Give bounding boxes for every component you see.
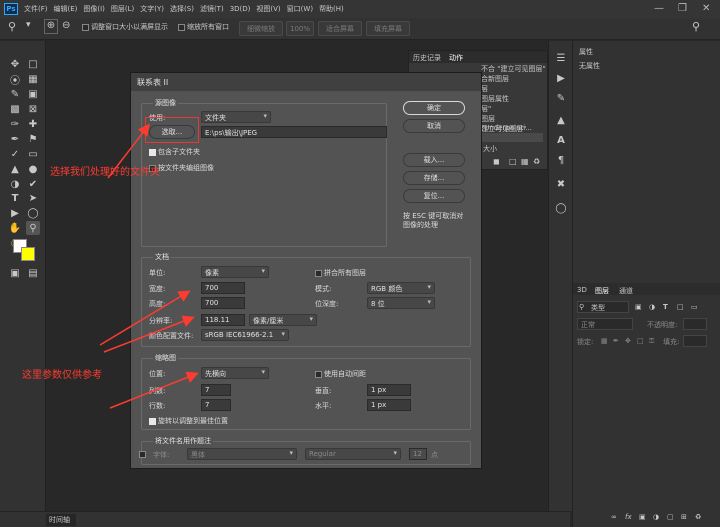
arrow-to-columns — [109, 371, 199, 409]
annotation-params: 这里参数仅供参考 — [22, 370, 102, 381]
annotation-choose-folder: 选择我们处理好的文件夹 — [50, 167, 160, 178]
annotation-arrows — [99, 123, 199, 409]
